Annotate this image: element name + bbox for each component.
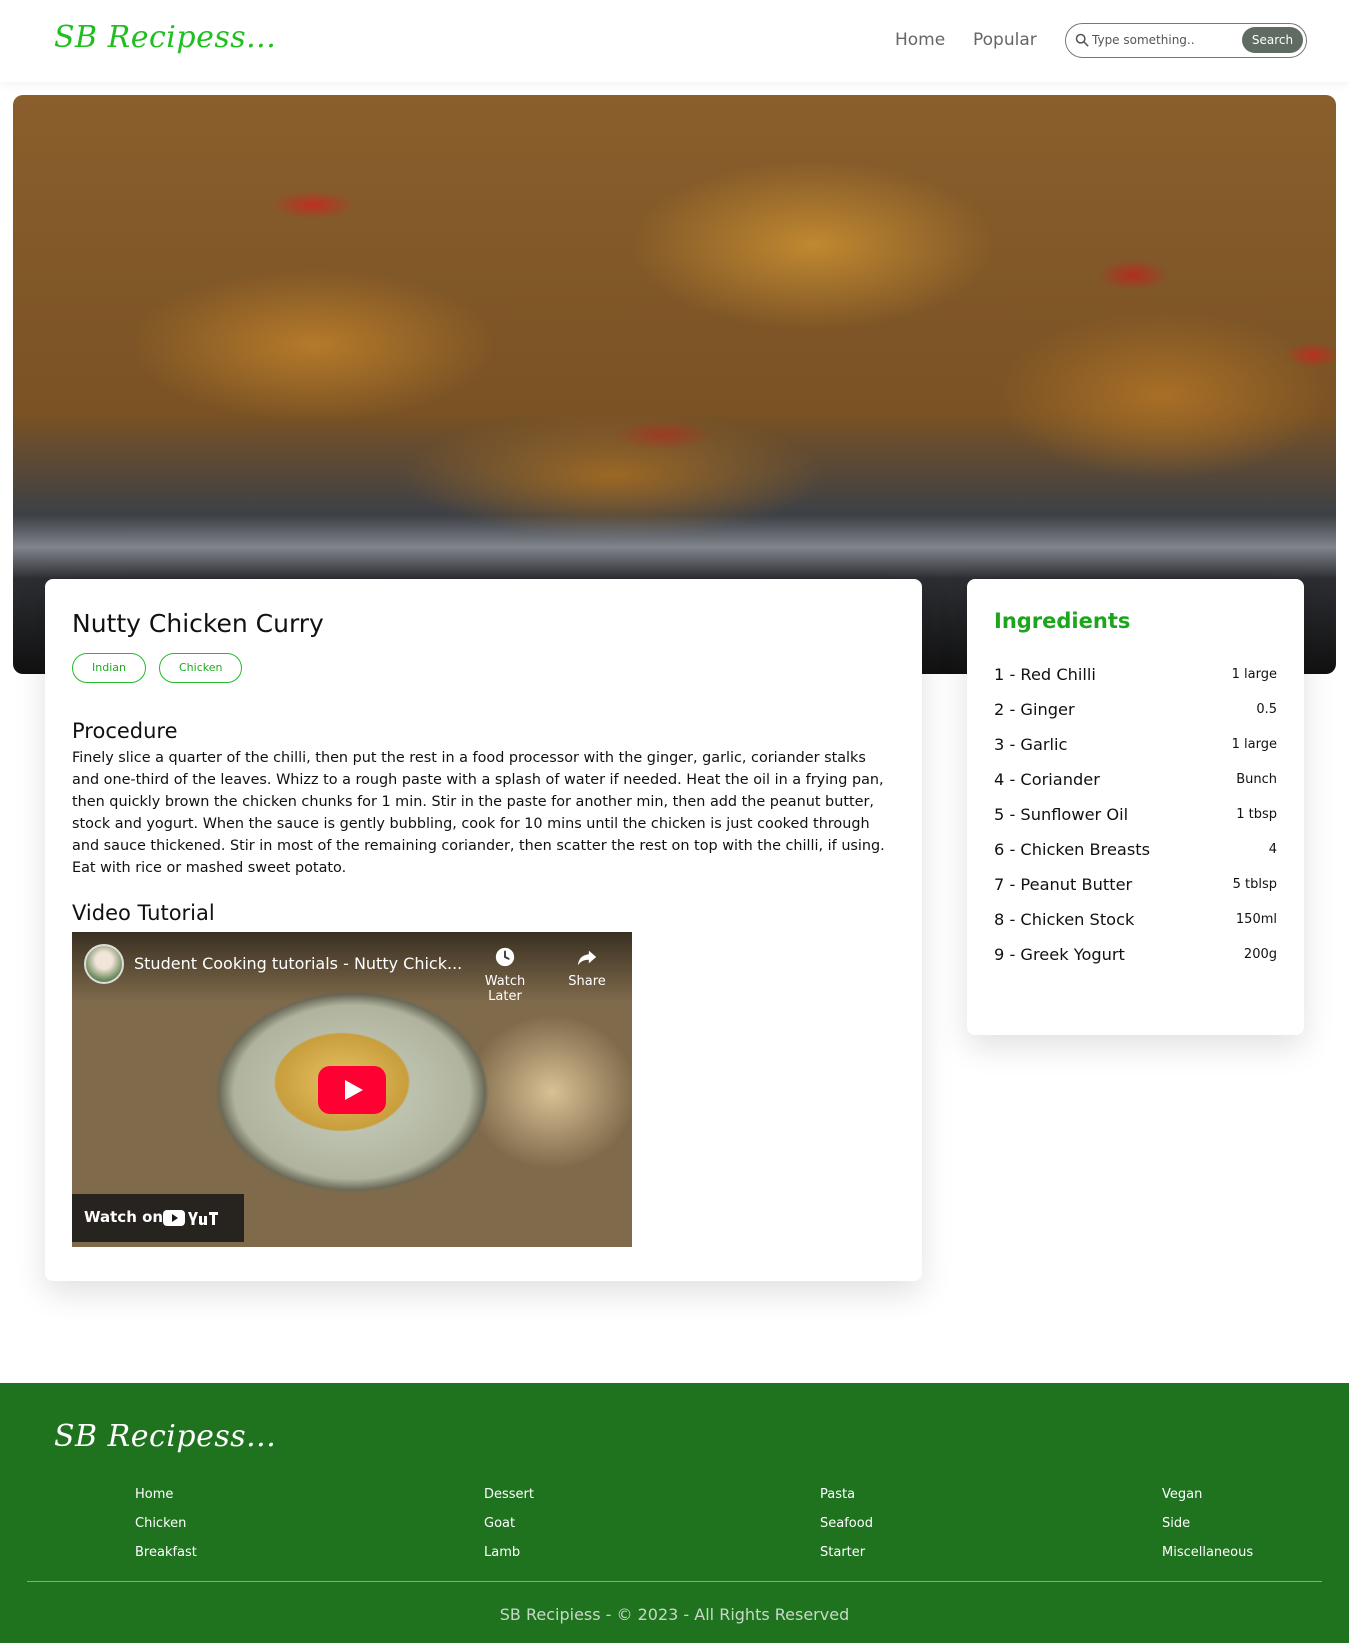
site-logo[interactable]: SB Recipess... — [54, 20, 276, 55]
play-icon[interactable] — [318, 1066, 386, 1114]
footer-column: Home Chicken Breakfast — [135, 1480, 197, 1567]
ingredient-quantity: 5 tblsp — [1232, 877, 1277, 892]
clock-icon — [495, 947, 515, 967]
ingredients-title: Ingredients — [994, 609, 1131, 633]
recipe-title: Nutty Chicken Curry — [72, 609, 324, 638]
tag-chicken[interactable]: Chicken — [159, 653, 243, 683]
procedure-text: Finely slice a quarter of the chilli, th… — [72, 750, 885, 876]
ingredient-quantity: 4 — [1268, 842, 1277, 857]
footer-link-goat[interactable]: Goat — [484, 1509, 534, 1538]
search-icon — [1075, 33, 1089, 47]
ingredient-item: 3 - Garlic 1 large — [994, 732, 1277, 757]
copyright-text: SB Recipiess - © 2023 - All Rights Reser… — [499, 1605, 850, 1624]
ingredient-item: 9 - Greek Yogurt 200g — [994, 942, 1277, 967]
channel-avatar[interactable] — [84, 944, 124, 984]
watch-later-label: Watch Later — [484, 974, 526, 1004]
watch-later-button[interactable]: Watch Later — [467, 946, 543, 1004]
search-button[interactable]: Search — [1242, 27, 1303, 53]
nav-home-link[interactable]: Home — [895, 30, 945, 50]
ingredient-quantity: 150ml — [1235, 912, 1277, 927]
ingredient-name: 1 - Red Chilli — [994, 665, 1096, 684]
ingredient-name: 2 - Ginger — [994, 700, 1075, 719]
ingredient-quantity: 1 large — [1231, 667, 1277, 682]
recipe-card: Nutty Chicken Curry Indian Chicken Proce… — [45, 579, 922, 1281]
ingredients-card: Ingredients 1 - Red Chilli 1 large 2 - Gi… — [967, 579, 1304, 1035]
ingredient-item: 1 - Red Chilli 1 large — [994, 662, 1277, 687]
footer-link-home[interactable]: Home — [135, 1480, 197, 1509]
ingredients-list: 1 - Red Chilli 1 large 2 - Ginger 0.5 3 - … — [994, 662, 1277, 977]
footer: SB Recipess... Home Chicken Breakfast De… — [0, 1383, 1349, 1643]
share-button[interactable]: Share — [562, 946, 612, 989]
ingredient-name: 6 - Chicken Breasts — [994, 840, 1151, 859]
ingredient-quantity: 1 tbsp — [1236, 807, 1277, 822]
ingredient-item: 5 - Sunflower Oil 1 tbsp — [994, 802, 1277, 827]
ingredient-name: 8 - Chicken Stock — [994, 910, 1135, 929]
ingredient-name: 3 - Garlic — [994, 735, 1068, 754]
ingredient-quantity: 200g — [1243, 947, 1277, 962]
search-bar: Search — [1065, 23, 1307, 58]
tag-indian[interactable]: Indian — [72, 653, 146, 683]
procedure-heading: Procedure — [72, 719, 178, 743]
ingredient-name: 5 - Sunflower Oil — [994, 805, 1129, 824]
ingredient-item: 6 - Chicken Breasts 4 — [994, 837, 1277, 862]
ingredient-name: 4 - Coriander — [994, 770, 1100, 789]
footer-logo[interactable]: SB Recipess... — [54, 1419, 276, 1454]
footer-column: Dessert Goat Lamb — [484, 1480, 534, 1567]
ingredient-item: 7 - Peanut Butter 5 tblsp — [994, 872, 1277, 897]
header: SB Recipess... Home Popular Search — [0, 0, 1349, 82]
ingredient-name: 7 - Peanut Butter — [994, 875, 1133, 894]
footer-link-lamb[interactable]: Lamb — [484, 1538, 534, 1567]
ingredient-quantity: 1 large — [1231, 737, 1277, 752]
ingredient-item: 2 - Ginger 0.5 — [994, 697, 1277, 722]
video-tutorial-heading: Video Tutorial — [72, 901, 215, 925]
footer-column: Pasta Seafood Starter — [820, 1480, 873, 1567]
footer-link-vegan[interactable]: Vegan — [1162, 1480, 1253, 1509]
watch-on-label: Watch on — [84, 1208, 164, 1226]
footer-divider — [27, 1581, 1322, 1582]
ingredient-quantity: 0.5 — [1256, 702, 1277, 717]
footer-link-pasta[interactable]: Pasta — [820, 1480, 873, 1509]
watch-on-youtube-button[interactable]: Watch on — [72, 1194, 244, 1242]
video-title[interactable]: Student Cooking tutorials - Nutty Chick.… — [134, 954, 462, 973]
footer-link-breakfast[interactable]: Breakfast — [135, 1538, 197, 1567]
footer-link-side[interactable]: Side — [1162, 1509, 1253, 1538]
ingredient-item: 8 - Chicken Stock 150ml — [994, 907, 1277, 932]
share-icon — [577, 950, 597, 966]
footer-link-miscellaneous[interactable]: Miscellaneous — [1162, 1538, 1253, 1567]
footer-link-starter[interactable]: Starter — [820, 1538, 873, 1567]
footer-link-dessert[interactable]: Dessert — [484, 1480, 534, 1509]
footer-link-seafood[interactable]: Seafood — [820, 1509, 873, 1538]
search-input[interactable] — [1092, 30, 1242, 50]
footer-column: Vegan Side Miscellaneous — [1162, 1480, 1253, 1567]
share-label: Share — [568, 974, 606, 989]
footer-link-chicken[interactable]: Chicken — [135, 1509, 197, 1538]
ingredient-name: 9 - Greek Yogurt — [994, 945, 1125, 964]
youtube-logo-icon — [163, 1210, 218, 1226]
ingredient-item: 4 - Coriander Bunch — [994, 767, 1277, 792]
nav-popular-link[interactable]: Popular — [973, 30, 1037, 50]
ingredient-quantity: Bunch — [1236, 772, 1277, 787]
video-embed[interactable]: Student Cooking tutorials - Nutty Chick.… — [72, 932, 632, 1247]
